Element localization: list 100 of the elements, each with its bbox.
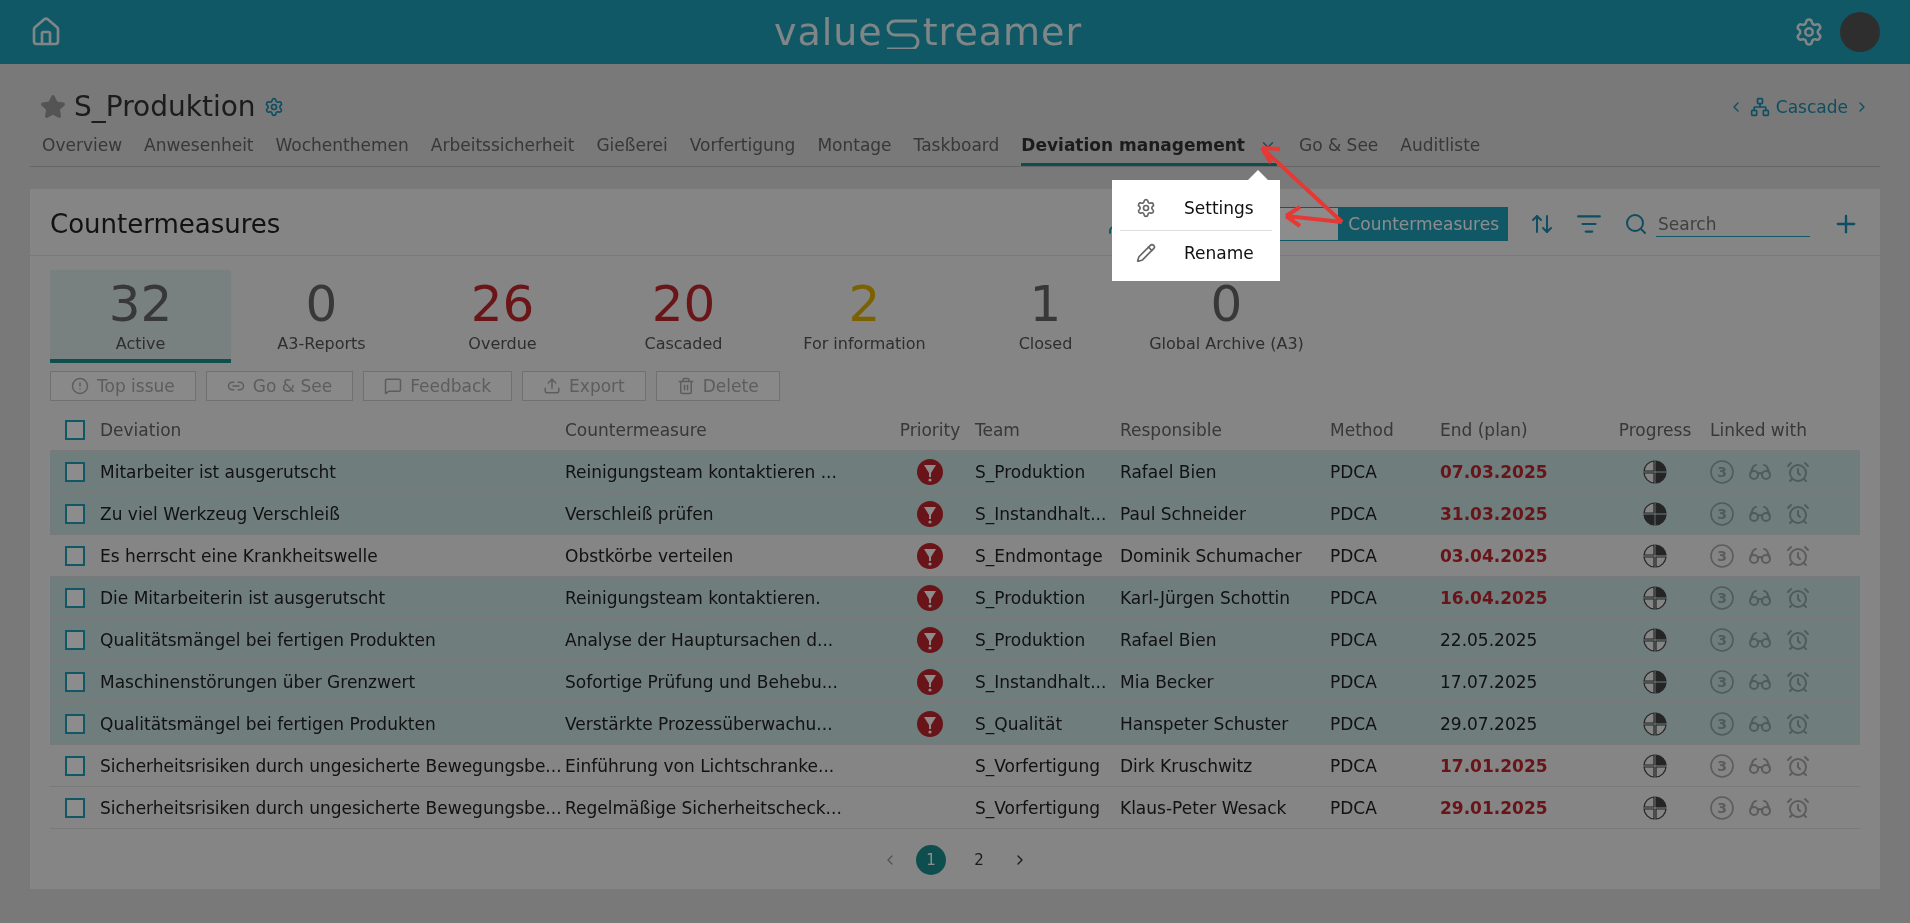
tab[interactable]: Deviation management xyxy=(1021,129,1277,166)
end-date: 22.05.2025 xyxy=(1440,629,1538,650)
checkbox[interactable] xyxy=(65,629,85,650)
alarm-icon[interactable] xyxy=(1786,795,1810,820)
table-cell: Dirk Kruschwitz xyxy=(1120,755,1253,776)
counter-value: 32 xyxy=(108,274,173,334)
counter-value: 1 xyxy=(1029,274,1062,334)
chat-icon xyxy=(384,377,403,395)
avatar[interactable] xyxy=(1840,12,1880,52)
tab[interactable]: Taskboard xyxy=(913,129,1000,166)
logo: treamer xyxy=(922,10,1083,54)
table-cell: S_Vorfertigung xyxy=(975,755,1100,776)
checkbox[interactable] xyxy=(65,419,85,440)
table-cell: Qualitätsmängel bei fertigen Produkten xyxy=(100,629,436,650)
table-cell: Einführung von Lichtschranke... xyxy=(565,755,835,776)
counter-value: 2 xyxy=(848,274,881,334)
end-date: 29.01.2025 xyxy=(1440,797,1548,818)
table-cell: S_Qualität xyxy=(975,713,1063,734)
trash-icon xyxy=(676,377,695,395)
checkbox[interactable] xyxy=(65,461,85,482)
table-cell: PDCA xyxy=(1330,461,1377,482)
counter-tab[interactable]: 20 Cascaded xyxy=(593,270,774,363)
cascade-link[interactable]: Cascade xyxy=(1775,96,1848,117)
checkbox[interactable] xyxy=(65,503,85,524)
settings-icon[interactable] xyxy=(263,96,284,117)
column-header[interactable]: Priority xyxy=(899,419,961,440)
counter-value: 0 xyxy=(1210,274,1243,334)
end-date: 03.04.2025 xyxy=(1440,545,1548,566)
tab[interactable]: Go & See xyxy=(1298,129,1379,166)
column-header[interactable]: End (plan) xyxy=(1440,419,1528,440)
counter-label: A3-Reports xyxy=(277,334,366,353)
tab[interactable]: Wochenthemen xyxy=(275,129,409,166)
home-icon[interactable] xyxy=(30,16,62,48)
tab[interactable]: Montage xyxy=(817,129,892,166)
tab[interactable]: Arbeitssicherheit xyxy=(430,129,575,166)
tab[interactable]: Anwesenheit xyxy=(144,129,254,166)
alarm-icon[interactable] xyxy=(1786,669,1810,694)
table-cell: PDCA xyxy=(1330,671,1377,692)
column-header[interactable]: Method xyxy=(1330,419,1394,440)
tab[interactable]: Vorfertigung xyxy=(689,129,796,166)
table-cell: S_Produktion xyxy=(975,629,1086,650)
table-cell: Dominik Schumacher xyxy=(1120,545,1302,566)
table-cell: Sicherheitsrisiken durch ungesicherte Bewegungsbe... xyxy=(100,755,562,776)
logo: value xyxy=(773,10,883,54)
priority-icon xyxy=(917,626,943,653)
checkbox[interactable] xyxy=(65,545,85,566)
tab[interactable]: Overview xyxy=(42,129,123,166)
table-cell: Rafael Bien xyxy=(1120,629,1217,650)
tab[interactable]: Gießerei xyxy=(596,129,668,166)
tab[interactable]: Auditliste xyxy=(1400,129,1481,166)
alarm-icon[interactable] xyxy=(1786,459,1810,484)
column-header[interactable]: Team xyxy=(975,419,1020,440)
checkbox[interactable] xyxy=(65,587,85,608)
panel-title: Countermeasures xyxy=(50,209,281,239)
column-header[interactable]: Progress xyxy=(1618,419,1692,440)
table-cell: PDCA xyxy=(1330,797,1377,818)
checkbox[interactable] xyxy=(65,755,85,776)
alarm-icon[interactable] xyxy=(1786,753,1810,778)
search-field[interactable]: Search xyxy=(1656,211,1810,237)
table-cell: Sicherheitsrisiken durch ungesicherte Bewegungsbe... xyxy=(100,797,562,818)
counter-label: Overdue xyxy=(468,334,537,353)
page-button[interactable]: 1 xyxy=(916,845,946,875)
counter-label: Closed xyxy=(1018,334,1073,353)
table-cell: Verstärkte Prozessüberwachu... xyxy=(565,713,833,734)
counter-tab[interactable]: 2 For information xyxy=(774,270,955,363)
checkbox[interactable] xyxy=(65,713,85,734)
alarm-icon[interactable] xyxy=(1786,627,1810,652)
table-cell: Zu viel Werkzeug Verschleiß xyxy=(100,503,340,524)
alarm-icon[interactable] xyxy=(1786,711,1810,736)
counter-tab[interactable]: 0 A3-Reports xyxy=(231,270,412,363)
upload-icon xyxy=(543,377,562,395)
column-header[interactable]: Responsible xyxy=(1120,419,1222,440)
counter-tab[interactable]: 26 Overdue xyxy=(412,270,593,363)
alarm-icon[interactable] xyxy=(1786,543,1810,568)
table-cell: Reinigungsteam kontaktieren ... xyxy=(565,461,837,482)
table-cell: PDCA xyxy=(1330,545,1377,566)
alarm-icon[interactable] xyxy=(1786,501,1810,526)
checkbox[interactable] xyxy=(65,797,85,818)
settings-icon[interactable] xyxy=(1794,17,1824,47)
page-button[interactable]: 2 xyxy=(964,845,994,875)
column-header[interactable]: Linked with xyxy=(1710,419,1807,440)
checkbox[interactable] xyxy=(65,671,85,692)
counter-tab[interactable]: 32 Active xyxy=(50,270,231,363)
table-cell: PDCA xyxy=(1330,755,1377,776)
star-icon[interactable] xyxy=(40,93,66,120)
priority-icon xyxy=(917,710,943,737)
table-cell: Sofortige Prüfung und Behebu... xyxy=(565,671,838,692)
column-header[interactable]: Deviation xyxy=(100,419,182,440)
board-title: S_Produktion xyxy=(74,90,256,123)
alarm-icon[interactable] xyxy=(1786,585,1810,610)
counter-label: Cascaded xyxy=(644,334,723,353)
column-header[interactable]: Countermeasure xyxy=(565,419,707,440)
sort-icon[interactable] xyxy=(1530,212,1554,236)
table-cell: Klaus-Peter Wesack xyxy=(1120,797,1287,818)
menu-item[interactable]: Settings xyxy=(1120,186,1272,231)
view-button[interactable]: Countermeasures xyxy=(1339,207,1508,241)
table-cell: Mitarbeiter ist ausgerutscht xyxy=(100,461,336,482)
table-cell: Paul Schneider xyxy=(1120,503,1246,524)
search-icon[interactable] xyxy=(1624,212,1648,236)
table-cell: Analyse der Hauptursachen d... xyxy=(565,629,834,650)
